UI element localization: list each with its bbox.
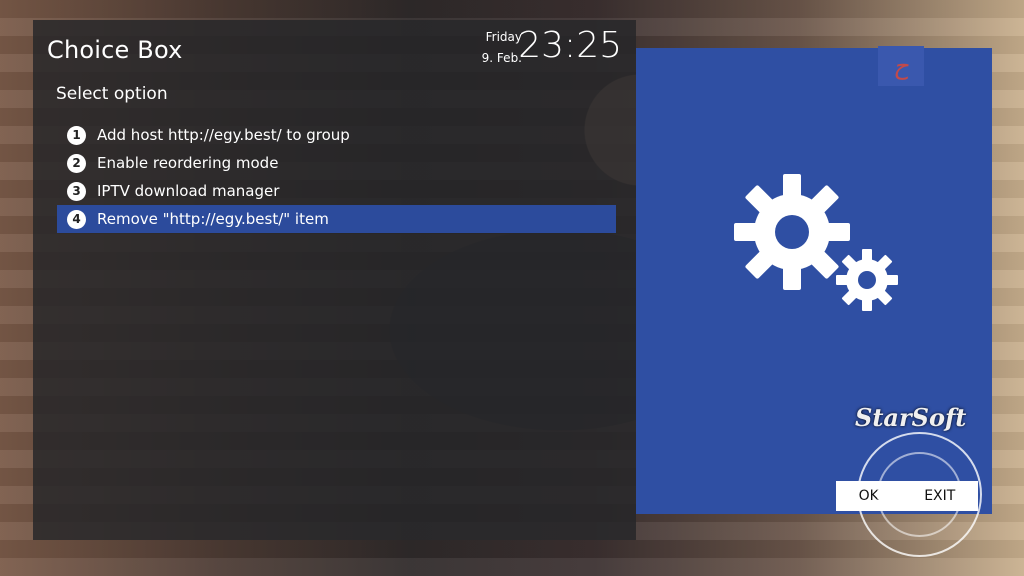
option-label: IPTV download manager xyxy=(97,182,280,200)
gears-icon xyxy=(734,174,898,311)
watermark-seal xyxy=(857,432,982,557)
clock-time: 23:25 xyxy=(518,25,622,66)
number-badge-1: 1 xyxy=(67,125,86,145)
option-label: Add host http://egy.best/ to group xyxy=(97,126,350,144)
number-badge-3: 3 xyxy=(67,181,86,201)
option-enable-reordering[interactable]: 2 Enable reordering mode xyxy=(57,149,616,177)
option-remove-item[interactable]: 4 Remove "http://egy.best/" item xyxy=(57,205,616,233)
number-badge-4: 4 xyxy=(67,209,86,229)
choice-box-panel: Choice Box Friday 9. Feb. 23:25 Select o… xyxy=(33,20,636,540)
logo-icon: ح xyxy=(878,46,924,86)
page-title: Choice Box xyxy=(47,36,183,64)
option-iptv-download-manager[interactable]: 3 IPTV download manager xyxy=(57,177,616,205)
option-label: Enable reordering mode xyxy=(97,154,279,172)
option-list: 1 Add host http://egy.best/ to group 2 E… xyxy=(57,121,616,233)
number-badge-2: 2 xyxy=(67,153,86,173)
watermark-logo: StarSoft xyxy=(855,403,967,432)
option-add-host[interactable]: 1 Add host http://egy.best/ to group xyxy=(57,121,616,149)
subtitle: Select option xyxy=(56,84,168,104)
option-label: Remove "http://egy.best/" item xyxy=(97,210,329,228)
day-label: Friday xyxy=(485,30,522,44)
date-label: 9. Feb. xyxy=(481,51,522,65)
